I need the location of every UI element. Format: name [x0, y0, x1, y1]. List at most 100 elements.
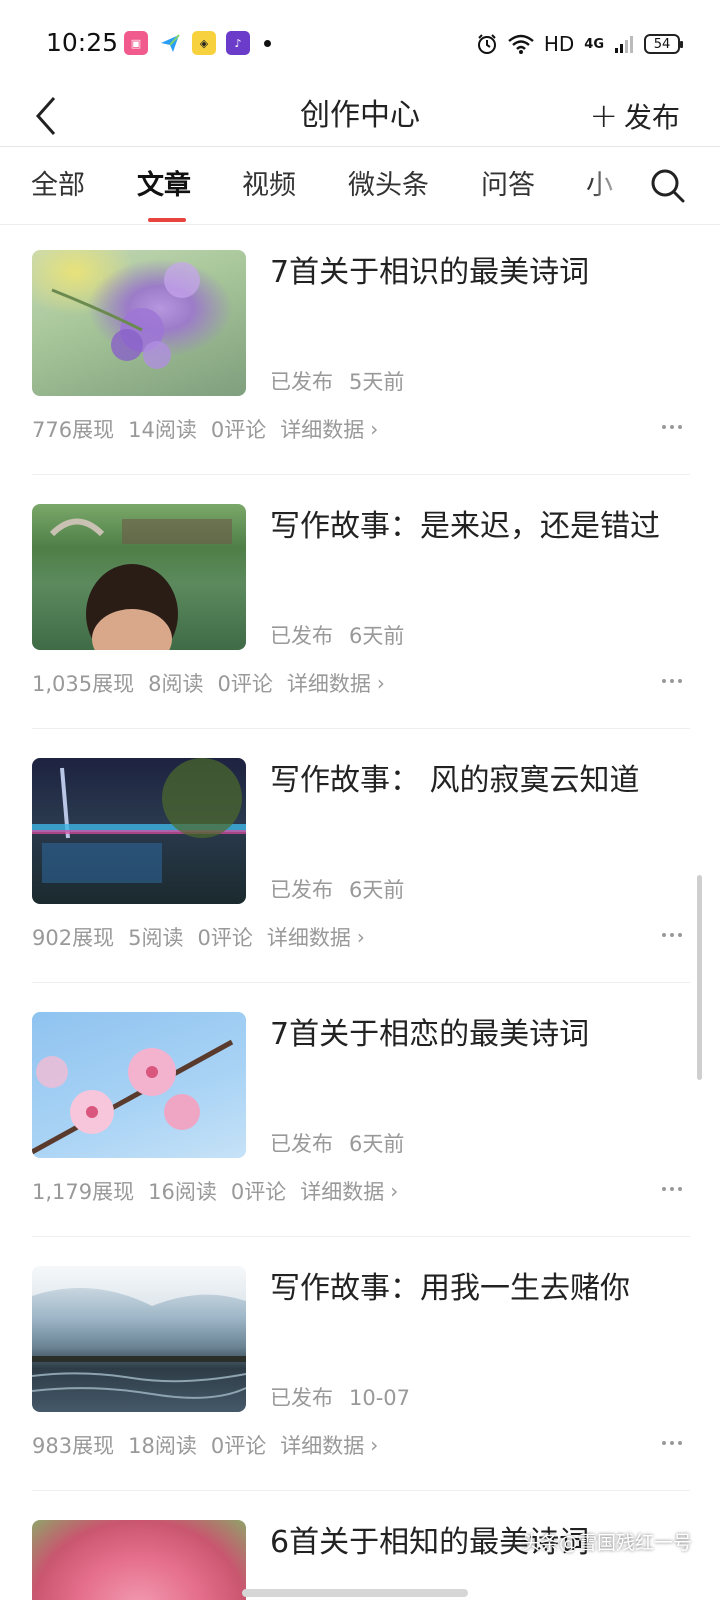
alarm-icon: [477, 34, 496, 54]
chevron-right-icon: ›: [370, 417, 379, 441]
article-item[interactable]: 7首关于相恋的最美诗词 已发布 6天前 1,179展现 16阅读 0评论 详细数据…: [32, 1012, 690, 1272]
article-thumbnail: [32, 758, 246, 904]
comments-count: 0评论: [210, 1434, 267, 1458]
back-button[interactable]: [26, 86, 66, 146]
article-status: 已发布 6天前: [270, 620, 404, 650]
plus-icon: +: [589, 96, 618, 136]
article-title[interactable]: 7首关于相识的最美诗词: [270, 250, 670, 296]
tab-all[interactable]: 全部: [31, 148, 85, 224]
article-title[interactable]: 7首关于相恋的最美诗词: [270, 1012, 670, 1058]
article-stats: 776展现 14阅读 0评论 详细数据 ›: [32, 414, 378, 444]
tab-articles[interactable]: 文章: [137, 148, 191, 224]
publish-status: 已发布: [270, 1132, 333, 1156]
tabs-divider: [0, 224, 720, 225]
battery-level: 54: [653, 36, 671, 52]
search-icon: [651, 169, 685, 203]
article-thumbnail: [32, 504, 246, 650]
publish-time: 10-07: [349, 1386, 411, 1410]
tab-fade: [590, 148, 630, 224]
list-divider: [32, 728, 690, 729]
article-status: 已发布 6天前: [270, 874, 404, 904]
tab-videos[interactable]: 视频: [242, 148, 296, 224]
search-button[interactable]: [646, 164, 690, 208]
comments-count: 0评论: [197, 926, 253, 950]
signal-icon: [615, 36, 633, 53]
lake-sky-image: [32, 1266, 246, 1399]
article-title[interactable]: 写作故事：是来迟，还是错过: [270, 504, 670, 550]
article-title[interactable]: 写作故事：用我一生去赌你: [270, 1266, 670, 1312]
article-item[interactable]: 写作故事：是来迟，还是错过 已发布 6天前 1,035展现 8阅读 0评论 详细数…: [32, 504, 690, 764]
detail-data-link[interactable]: 详细数据 ›: [300, 1176, 398, 1206]
list-divider: [32, 474, 690, 475]
more-options-button[interactable]: [654, 920, 690, 950]
home-indicator[interactable]: [242, 1589, 468, 1597]
hd-indicator: HD: [543, 32, 575, 56]
article-stats: 983展现 18阅读 0评论 详细数据 ›: [32, 1430, 378, 1460]
tiktok-icon: ♪: [226, 31, 250, 55]
article-item[interactable]: 写作故事：用我一生去赌你 已发布 10-07 983展现 18阅读 0评论 详细数…: [32, 1266, 690, 1526]
article-thumbnail: [32, 250, 246, 396]
more-options-button[interactable]: [654, 666, 690, 696]
network-type: 4G: [584, 36, 604, 52]
send-icon: [158, 31, 182, 55]
list-divider: [32, 1236, 690, 1237]
scrollbar-thumb[interactable]: [697, 875, 702, 1080]
article-item[interactable]: 7首关于相识的最美诗词 已发布 5天前 776展现 14阅读 0评论 详细数据 ›: [32, 250, 690, 510]
impressions-count: 1,035展现: [32, 672, 135, 696]
publish-button[interactable]: + 发布: [589, 86, 680, 146]
detail-data-link[interactable]: 详细数据 ›: [287, 668, 385, 698]
content-type-tabs: 全部 文章 视频 微头条 问答 小: [0, 148, 720, 224]
top-nav-bar: 创作中心 + 发布: [0, 86, 720, 146]
reads-count: 18阅读: [128, 1434, 197, 1458]
detail-data-label: 详细数据: [266, 926, 351, 950]
comments-count: 0评论: [230, 1180, 287, 1204]
reads-count: 5阅读: [128, 926, 184, 950]
game-app-icon: ◈: [192, 31, 216, 55]
bilibili-icon: ▣: [124, 31, 148, 55]
more-icon: [662, 679, 666, 683]
tab-qa[interactable]: 问答: [481, 148, 535, 224]
more-options-button[interactable]: [654, 1174, 690, 1204]
list-divider: [32, 982, 690, 983]
chevron-right-icon: ›: [390, 1179, 399, 1203]
detail-data-link[interactable]: 详细数据 ›: [280, 414, 378, 444]
article-stats: 1,035展现 8阅读 0评论 详细数据 ›: [32, 668, 385, 698]
notification-dot: [264, 39, 271, 47]
publish-time: 6天前: [349, 878, 405, 902]
night-bridge-image: [32, 758, 246, 883]
impressions-count: 1,179展现: [32, 1180, 135, 1204]
publish-time: 6天前: [349, 624, 405, 648]
more-icon: [662, 1441, 666, 1445]
reads-count: 14阅读: [128, 418, 197, 442]
more-options-button[interactable]: [654, 412, 690, 442]
notification-app-icons: ▣ ◈ ♪: [124, 30, 271, 56]
comments-count: 0评论: [217, 672, 273, 696]
publish-time: 6天前: [349, 1132, 405, 1156]
detail-data-link[interactable]: 详细数据 ›: [267, 922, 365, 952]
nav-divider: [0, 146, 720, 147]
tab-micro-posts[interactable]: 微头条: [348, 148, 429, 224]
publish-status: 已发布: [270, 624, 333, 648]
article-status: 已发布 5天前: [270, 366, 404, 396]
system-indicators: HD 4G 54: [476, 30, 683, 58]
lilac-flower-image: [51, 262, 200, 369]
more-icon: [662, 933, 666, 937]
detail-data-link[interactable]: 详细数据 ›: [280, 1430, 378, 1460]
article-title[interactable]: 写作故事： 风的寂寞云知道: [270, 758, 670, 804]
more-icon: [662, 1187, 666, 1191]
article-stats: 1,179展现 16阅读 0评论 详细数据 ›: [32, 1176, 398, 1206]
chevron-right-icon: ›: [370, 1433, 379, 1457]
publish-status: 已发布: [270, 370, 333, 394]
more-options-button[interactable]: [654, 1428, 690, 1458]
article-item[interactable]: 写作故事： 风的寂寞云知道 已发布 6天前 902展现 5阅读 0评论 详细数据 ›: [32, 758, 690, 1018]
article-thumbnail: [32, 1266, 246, 1412]
publish-status: 已发布: [270, 878, 333, 902]
reads-count: 8阅读: [148, 672, 204, 696]
article-status: 已发布 10-07: [270, 1382, 410, 1412]
detail-data-label: 详细数据: [300, 1180, 385, 1204]
more-icon: [662, 425, 666, 429]
detail-data-label: 详细数据: [286, 672, 371, 696]
active-tab-indicator: [148, 218, 186, 222]
watermark: 头条@雪国残红一号: [520, 1532, 692, 1554]
battery-icon: 54: [644, 34, 683, 54]
